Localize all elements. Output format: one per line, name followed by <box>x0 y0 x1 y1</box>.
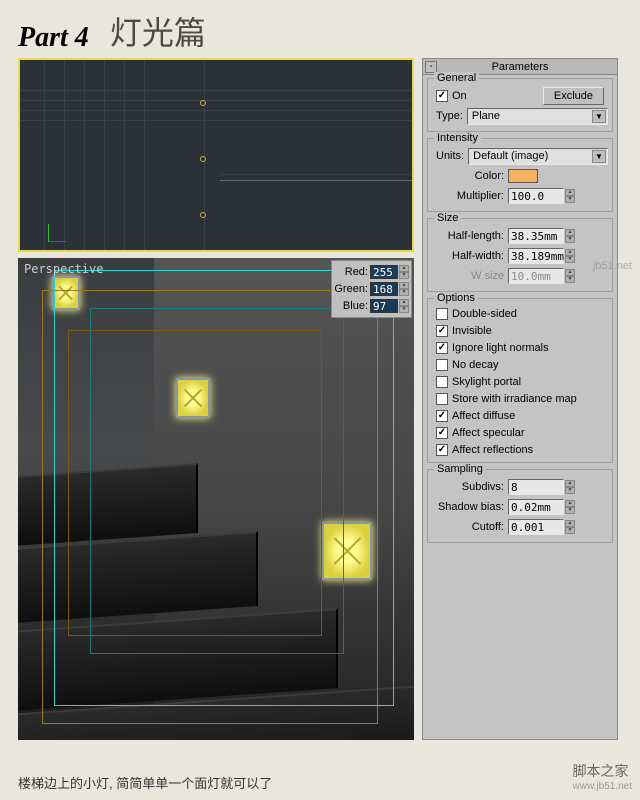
parameters-panel: - Parameters General On Exclude Type: Pl… <box>422 58 618 740</box>
group-general: General On Exclude Type: Plane▼ <box>427 78 613 132</box>
shadow-bias-label: Shadow bias: <box>432 501 504 513</box>
chapter-name: 灯光篇 <box>110 15 206 51</box>
safe-frame <box>90 308 344 654</box>
opt-label: Double-sided <box>452 308 517 320</box>
axis-gizmo <box>48 218 72 242</box>
group-sampling: Sampling Subdivs:8▲▼ Shadow bias:0.02mm▲… <box>427 469 613 543</box>
group-intensity: Intensity Units: Default (image)▼ Color:… <box>427 138 613 212</box>
spinner[interactable]: ▲▼ <box>565 189 575 203</box>
spinner[interactable]: ▲▼ <box>399 282 409 296</box>
half-width-input[interactable]: 38.189mm <box>508 248 564 264</box>
opt-label: Skylight portal <box>452 376 521 388</box>
on-label: On <box>452 90 467 102</box>
multiplier-label: Multiplier: <box>432 190 504 202</box>
spinner[interactable]: ▲▼ <box>565 249 575 263</box>
group-title: Size <box>434 212 461 224</box>
skylight-portal-checkbox[interactable] <box>436 376 448 388</box>
units-combo[interactable]: Default (image)▼ <box>468 148 608 165</box>
affect-specular-checkbox[interactable] <box>436 427 448 439</box>
watermark: jb51.net <box>593 260 632 272</box>
spinner[interactable]: ▲▼ <box>399 265 409 279</box>
group-title: Sampling <box>434 463 486 475</box>
green-input[interactable] <box>370 282 398 296</box>
rgb-panel: Red: ▲▼ Green: ▲▼ Blue: ▲▼ <box>331 260 412 318</box>
opt-label: Affect specular <box>452 427 525 439</box>
group-title: General <box>434 72 479 84</box>
caption: 楼梯边上的小灯, 简简单单一个面灯就可以了 <box>18 773 272 792</box>
store-irradiance-checkbox[interactable] <box>436 393 448 405</box>
spinner[interactable]: ▲▼ <box>565 500 575 514</box>
w-size-label: W size <box>432 270 504 282</box>
ignore-normals-checkbox[interactable] <box>436 342 448 354</box>
spinner[interactable]: ▲▼ <box>565 480 575 494</box>
blue-label: Blue: <box>334 300 370 312</box>
spinner[interactable]: ▲▼ <box>565 229 575 243</box>
type-combo[interactable]: Plane▼ <box>467 108 608 125</box>
viewport-perspective[interactable]: Perspective Red: ▲▼ Green: ▲▼ Blue: ▲▼ <box>18 258 414 740</box>
opt-label: Store with irradiance map <box>452 393 577 405</box>
opt-label: No decay <box>452 359 498 371</box>
viewport-label: Perspective <box>24 262 103 276</box>
multiplier-input[interactable]: 100.0 <box>508 188 564 204</box>
affect-reflections-checkbox[interactable] <box>436 444 448 456</box>
affect-diffuse-checkbox[interactable] <box>436 410 448 422</box>
red-label: Red: <box>334 266 370 278</box>
group-title: Options <box>434 292 478 304</box>
watermark: 脚本之家www.jb51.net <box>573 761 632 792</box>
color-label: Color: <box>432 170 504 182</box>
exclude-button[interactable]: Exclude <box>543 87 604 105</box>
light-marker[interactable] <box>200 100 206 106</box>
invisible-checkbox[interactable] <box>436 325 448 337</box>
spinner[interactable]: ▲▼ <box>399 299 409 313</box>
cutoff-input[interactable]: 0.001 <box>508 519 564 535</box>
spinner: ▲▼ <box>565 269 575 283</box>
subdivs-input[interactable]: 8 <box>508 479 564 495</box>
panel-title: Parameters <box>492 61 549 73</box>
double-sided-checkbox[interactable] <box>436 308 448 320</box>
light-marker[interactable] <box>200 212 206 218</box>
opt-label: Affect diffuse <box>452 410 515 422</box>
part-number: Part 4 <box>18 22 89 54</box>
opt-label: Ignore light normals <box>452 342 549 354</box>
on-checkbox[interactable] <box>436 90 448 102</box>
half-length-input[interactable]: 38.35mm <box>508 228 564 244</box>
type-label: Type: <box>436 110 463 122</box>
no-decay-checkbox[interactable] <box>436 359 448 371</box>
opt-label: Affect reflections <box>452 444 533 456</box>
units-label: Units: <box>436 150 464 162</box>
blue-input[interactable] <box>370 299 398 313</box>
chevron-down-icon: ▼ <box>592 150 606 163</box>
half-length-label: Half-length: <box>432 230 504 242</box>
color-swatch[interactable] <box>508 169 538 183</box>
group-options: Options Double-sided Invisible Ignore li… <box>427 298 613 463</box>
cutoff-label: Cutoff: <box>432 521 504 533</box>
w-size-input: 10.0mm <box>508 268 564 284</box>
viewport-top[interactable] <box>18 58 414 252</box>
light-marker[interactable] <box>200 156 206 162</box>
group-title: Intensity <box>434 132 481 144</box>
half-width-label: Half-width: <box>432 250 504 262</box>
spinner[interactable]: ▲▼ <box>565 520 575 534</box>
page-title: Part 4 灯光篇 <box>0 0 640 58</box>
green-label: Green: <box>334 283 370 295</box>
red-input[interactable] <box>370 265 398 279</box>
subdivs-label: Subdivs: <box>432 481 504 493</box>
group-size: Size Half-length:38.35mm▲▼ Half-width:38… <box>427 218 613 292</box>
chevron-down-icon: ▼ <box>592 110 606 123</box>
shadow-bias-input[interactable]: 0.02mm <box>508 499 564 515</box>
opt-label: Invisible <box>452 325 492 337</box>
